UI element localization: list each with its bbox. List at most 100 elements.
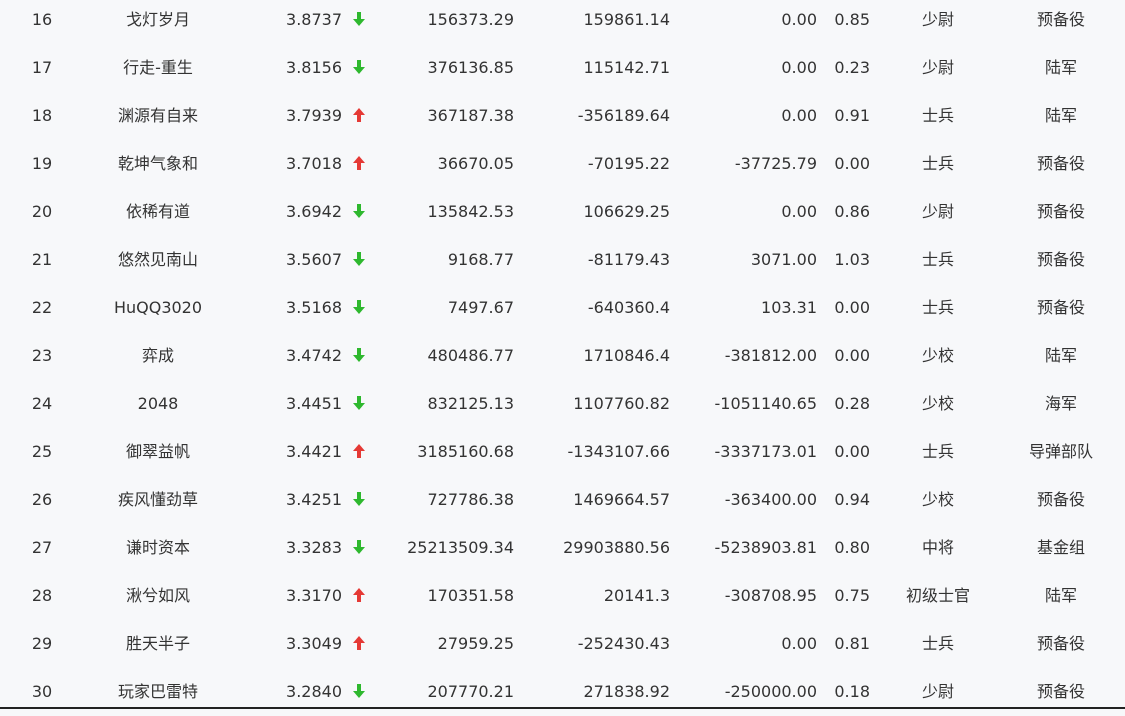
rank-title: 士兵 [921,298,954,317]
player-name: 疾风懂劲草 [117,490,198,509]
rank-title: 士兵 [921,442,954,461]
rank-title: 少尉 [921,58,954,77]
table-row: 20 依稀有道 3.6942 135842.53 106629.25 0.00 0.86 少尉… [0,188,1125,236]
group-name: 预备役 [1036,202,1085,221]
value-col-3: 0.00 [781,634,817,653]
value-col-3: 0.00 [781,10,817,29]
value-col-3: -37725.79 [734,154,817,173]
score-value: 3.3283 [286,538,342,557]
value-col-1: 36670.05 [437,154,514,173]
rank-title: 少校 [921,394,954,413]
group-name: 预备役 [1036,154,1085,173]
rank-cell: 27 [31,538,53,557]
rank-title: 少校 [921,346,954,365]
group-name: 陆军 [1044,58,1077,77]
group-name: 基金组 [1036,538,1085,557]
table-row: 25 御翠益帆 3.4421 3185160.68 -1343107.66 -333717… [0,428,1125,476]
value-col-4: 0.00 [834,346,870,365]
score-value: 3.7939 [286,106,342,125]
table-row: 21 悠然见南山 3.5607 9168.77 -81179.43 3071.00 1.03… [0,236,1125,284]
table-row: 24 2048 3.4451 832125.13 1107760.82 -1051140.… [0,380,1125,428]
group-name: 预备役 [1036,634,1085,653]
value-col-4: 0.00 [834,154,870,173]
score-value: 3.8156 [286,58,342,77]
rank-cell: 23 [31,346,53,365]
player-name: 悠然见南山 [117,250,198,269]
value-col-3: -308708.95 [724,586,817,605]
rank-cell: 25 [31,442,53,461]
arrow-down-icon [348,332,370,380]
rank-cell: 16 [31,10,53,29]
ranking-table: 16 戈灯岁月 3.8737 156373.29 159861.14 0.00 0.85 少尉… [0,0,1125,716]
value-col-3: 0.00 [781,106,817,125]
value-col-2: 115142.71 [583,58,670,77]
value-col-3: -363400.00 [724,490,817,509]
value-col-4: 0.81 [834,634,870,653]
value-col-1: 9168.77 [447,250,514,269]
arrow-down-icon [348,188,370,236]
arrow-up-icon [348,140,370,188]
arrow-down-icon [348,0,370,44]
arrow-up-icon [348,92,370,140]
rank-title: 少尉 [921,10,954,29]
value-col-1: 832125.13 [427,394,514,413]
group-name: 陆军 [1044,586,1077,605]
score-value: 3.6942 [286,202,342,221]
value-col-4: 0.75 [834,586,870,605]
value-col-2: -81179.43 [587,250,670,269]
value-col-1: 3185160.68 [417,442,514,461]
score-value: 3.4251 [286,490,342,509]
rank-cell: 18 [31,106,53,125]
value-col-2: 1710846.4 [583,346,670,365]
score-value: 3.4421 [286,442,342,461]
value-col-2: 29903880.56 [563,538,670,557]
group-name: 陆军 [1044,106,1077,125]
player-name: 湫兮如风 [125,586,190,605]
value-col-1: 376136.85 [427,58,514,77]
score-value: 3.4451 [286,394,342,413]
table-row: 28 湫兮如风 3.3170 170351.58 20141.3 -308708.95 0.… [0,572,1125,620]
value-col-1: 27959.25 [437,634,514,653]
table-row: 26 疾风懂劲草 3.4251 727786.38 1469664.57 -363400.… [0,476,1125,524]
value-col-1: 156373.29 [427,10,514,29]
player-name: 谦时资本 [125,538,190,557]
arrow-down-icon [348,44,370,92]
group-name: 预备役 [1036,250,1085,269]
player-name: 乾坤气象和 [117,154,198,173]
rank-title: 士兵 [921,250,954,269]
rank-cell: 24 [31,394,53,413]
score-value: 3.3170 [286,586,342,605]
arrow-down-icon [348,380,370,428]
rank-title: 初级士官 [905,586,970,605]
value-col-2: -356189.64 [577,106,670,125]
rank-cell: 17 [31,58,53,77]
rank-cell: 20 [31,202,53,221]
value-col-2: 159861.14 [583,10,670,29]
group-name: 导弹部队 [1028,442,1093,461]
value-col-2: -640360.4 [587,298,670,317]
player-name: 2048 [137,394,179,413]
value-col-3: -3337173.01 [714,442,817,461]
value-col-1: 367187.38 [427,106,514,125]
value-col-4: 0.23 [834,58,870,77]
value-col-3: 0.00 [781,202,817,221]
table-row: 23 弈成 3.4742 480486.77 1710846.4 -381812.00 0.… [0,332,1125,380]
rank-title: 士兵 [921,106,954,125]
arrow-up-icon [348,572,370,620]
table-row: 16 戈灯岁月 3.8737 156373.29 159861.14 0.00 0.85 少尉… [0,0,1125,44]
value-col-2: -1343107.66 [567,442,670,461]
score-value: 3.4742 [286,346,342,365]
value-col-4: 0.85 [834,10,870,29]
value-col-2: 106629.25 [583,202,670,221]
table-row: 29 胜天半子 3.3049 27959.25 -252430.43 0.00 0.81 士兵… [0,620,1125,668]
player-name: 渊源有自来 [117,106,198,125]
arrow-down-icon [348,284,370,332]
value-col-1: 727786.38 [427,490,514,509]
value-col-3: -1051140.65 [714,394,817,413]
value-col-3: 0.00 [781,58,817,77]
value-col-4: 0.00 [834,298,870,317]
group-name: 海军 [1044,394,1077,413]
value-col-3: -5238903.81 [714,538,817,557]
table-row: 27 谦时资本 3.3283 25213509.34 29903880.56 -52389… [0,524,1125,572]
value-col-2: 1469664.57 [573,490,670,509]
